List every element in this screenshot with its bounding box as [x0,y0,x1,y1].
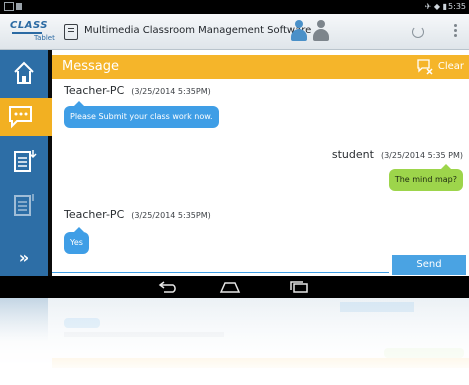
logo-word: CLASS [10,20,48,31]
screen-reflection [0,298,469,385]
message-timestamp: (3/25/2014 5:35PM) [131,87,211,96]
chat-icon [9,106,32,129]
home-button[interactable] [5,54,43,92]
left-rail: » [0,50,52,276]
clear-chat-icon [417,59,433,75]
message-author: Teacher-PC (3/25/2014 5:35PM) [64,84,211,97]
message-bubble: Please Submit your class work now. [64,101,219,128]
home-icon [14,61,34,84]
clear-label: Clear [437,61,464,72]
notification-image-icon [4,2,14,11]
system-nav-bar [0,276,469,298]
author-name: Teacher-PC [64,84,125,97]
send-button[interactable]: Send [392,255,466,275]
message-button[interactable] [0,98,52,136]
message-author: Teacher-PC (3/25/2014 5:35PM) [64,208,211,221]
back-icon[interactable] [158,281,178,293]
recent-apps-icon[interactable] [289,281,309,293]
app-header: CLASS Tablet Multimedia Classroom Manage… [0,14,469,50]
status-bar: ✈ ◆ ▮ 5:35 [0,0,469,14]
tablet-screen: ✈ ◆ ▮ 5:35 CLASS Tablet Multimedia Class… [0,0,469,298]
message-bubble: The mind map? [388,164,463,191]
message-panel: Message Clear Teacher-PC (3/25/2014 5:35P… [52,50,469,276]
message-timestamp: (3/25/2014 5:35 PM) [380,151,463,160]
student-person-icon[interactable] [313,20,329,42]
receive-file-button[interactable] [5,186,43,224]
app-title: Multimedia Classroom Management Software [84,25,312,36]
status-time: 5:35 [448,2,466,11]
submit-file-button[interactable] [5,142,43,180]
book-icon [64,24,78,40]
message-bubble: Yes [64,227,89,254]
message-panel-header: Message Clear [52,55,469,79]
message-input[interactable] [52,272,389,273]
logo-sub: Tablet [34,34,55,42]
author-name: student [331,148,374,161]
app-logo: CLASS Tablet [10,18,64,46]
home-nav-icon[interactable] [219,281,241,293]
overflow-menu-icon[interactable] [454,24,457,38]
author-name: Teacher-PC [64,208,125,221]
message-author: student (3/25/2014 5:35 PM) [332,148,463,161]
wifi-battery-icon: ✈ ◆ ▮ [424,2,447,11]
document-icon [14,194,34,216]
panel-title: Message [62,59,119,74]
teacher-person-icon[interactable] [291,20,307,42]
notification-badge-icon [16,3,22,10]
document-upload-icon [14,150,37,172]
message-timestamp: (3/25/2014 5:35PM) [131,211,211,220]
power-icon[interactable] [412,26,424,38]
expand-rail-button[interactable]: » [0,240,48,276]
screenshot-stage: ✈ ◆ ▮ 5:35 CLASS Tablet Multimedia Class… [0,0,469,385]
